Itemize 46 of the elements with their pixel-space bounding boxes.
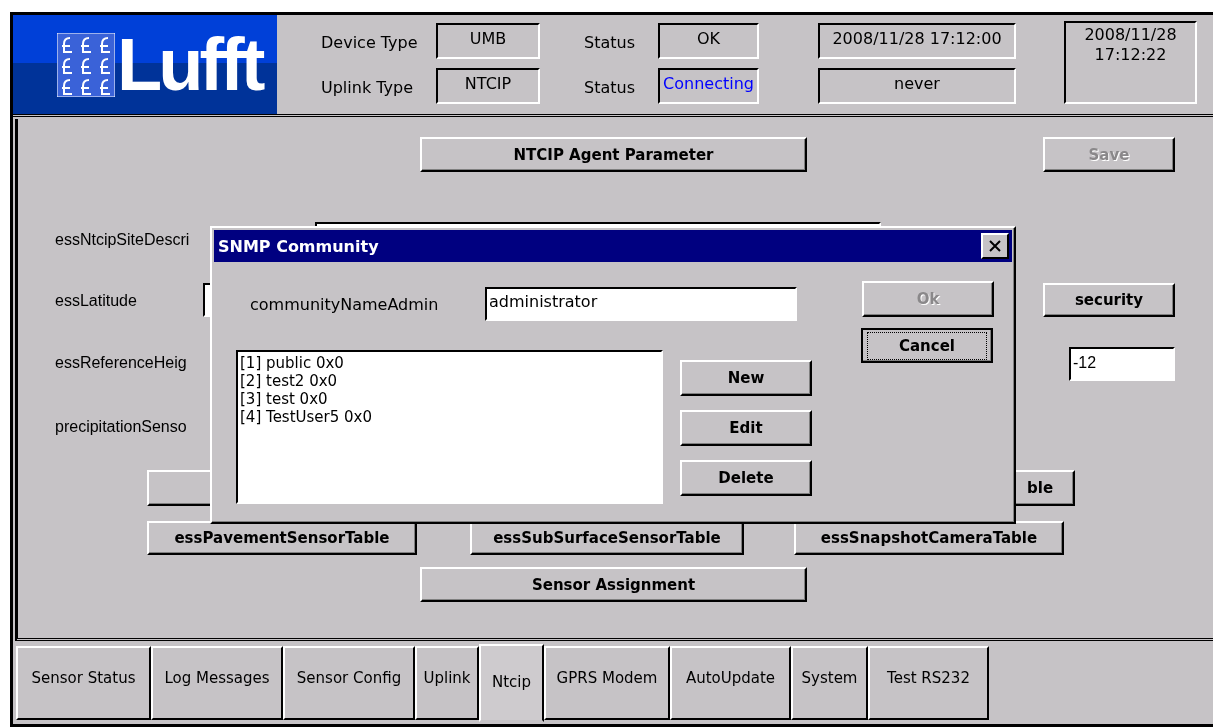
list-item[interactable]: [3] test 0x0: [240, 390, 659, 408]
action-button[interactable]: New: [680, 360, 812, 396]
list-item[interactable]: [2] test2 0x0: [240, 372, 659, 390]
timestamp-display: 2008/11/28 17:12:00: [818, 23, 1016, 59]
status-display: OK: [658, 23, 759, 59]
input-field[interactable]: administrator: [485, 287, 797, 321]
field-label: Device Type: [321, 32, 419, 54]
tab[interactable]: Sensor Config: [283, 646, 415, 720]
sensor-assignment-button[interactable]: Sensor Assignment: [420, 567, 807, 602]
cancel-button[interactable]: Cancel: [861, 328, 993, 363]
field-label: Status: [584, 32, 636, 54]
tab[interactable]: Test RS232: [868, 646, 989, 720]
field-label: essReferenceHeig: [55, 353, 187, 373]
tab[interactable]: AutoUpdate: [670, 646, 791, 720]
tab[interactable]: GPRS Modem: [544, 646, 670, 720]
table-button[interactable]: essSnapshotCameraTable: [794, 521, 1064, 555]
tab[interactable]: Ntcip: [479, 644, 544, 722]
list-item[interactable]: [4] TestUser5 0x0: [240, 408, 659, 426]
list-item[interactable]: [1] public 0x0: [240, 354, 659, 372]
logo-text: Lufft: [117, 27, 262, 102]
timestamp-display: never: [818, 68, 1016, 104]
tab[interactable]: System: [791, 646, 868, 720]
clock-display: 2008/11/28 17:12:22: [1064, 21, 1197, 104]
field-label: essLatitude: [55, 291, 138, 311]
value-display: UMB: [436, 23, 540, 59]
community-list[interactable]: [1] public 0x0 [2] test2 0x0 [3] test 0x0 [4] TestUser5 0x0: [236, 350, 663, 504]
tab[interactable]: Uplink: [415, 646, 479, 720]
field-label: Uplink Type: [321, 77, 414, 99]
action-button[interactable]: Edit: [680, 410, 812, 446]
field-label: essNtcipSiteDescri: [55, 230, 190, 250]
value-display: NTCIP: [436, 68, 540, 104]
tab[interactable]: Sensor Status: [16, 646, 151, 720]
status-display: Connecting: [658, 68, 759, 104]
dialog-title: SNMP Community: [218, 236, 379, 256]
close-button[interactable]: [981, 233, 1009, 259]
table-button[interactable]: essPavementSensorTable: [147, 521, 417, 555]
input-field[interactable]: -12: [1069, 347, 1175, 381]
agent-parameter-button[interactable]: NTCIP Agent Parameter: [420, 137, 807, 172]
field-label: Status: [584, 77, 636, 99]
action-button[interactable]: Delete: [680, 460, 812, 496]
tab[interactable]: Log Messages: [151, 646, 283, 720]
security-button[interactable]: security: [1043, 283, 1175, 317]
field-label: communityNameAdmin: [250, 295, 440, 314]
pattern-icon: [57, 32, 115, 97]
close-icon: [988, 239, 1002, 253]
field-label: precipitationSenso: [55, 417, 187, 437]
